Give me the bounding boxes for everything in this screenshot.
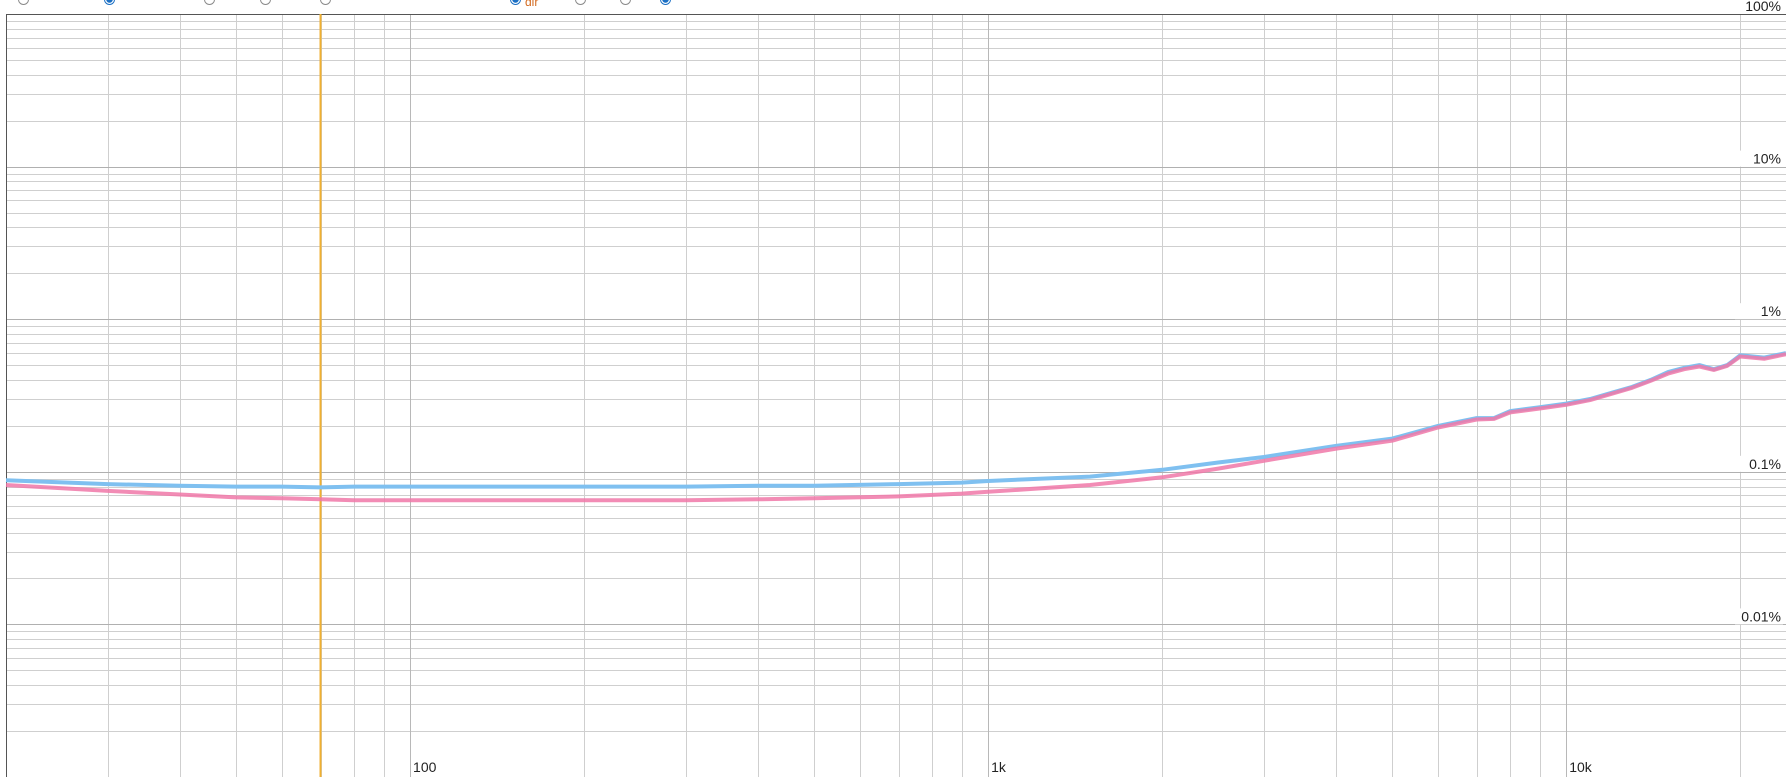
thd-frequency-chart: 100% 10% 1% 0.1% 0.01% 100 1k 10k — [5, 0, 1786, 777]
y-tick-label: 1% — [1761, 303, 1781, 319]
y-tick-label: 0.1% — [1749, 456, 1781, 472]
x-tick-label: 1k — [991, 759, 1007, 775]
x-tick-label: 10k — [1569, 759, 1593, 775]
plot-background — [6, 14, 1786, 777]
y-tick-label: 100% — [1745, 0, 1781, 14]
y-tick-label: 10% — [1753, 151, 1781, 167]
y-tick-label: 0.01% — [1741, 608, 1781, 624]
x-tick-label: 100 — [413, 759, 437, 775]
